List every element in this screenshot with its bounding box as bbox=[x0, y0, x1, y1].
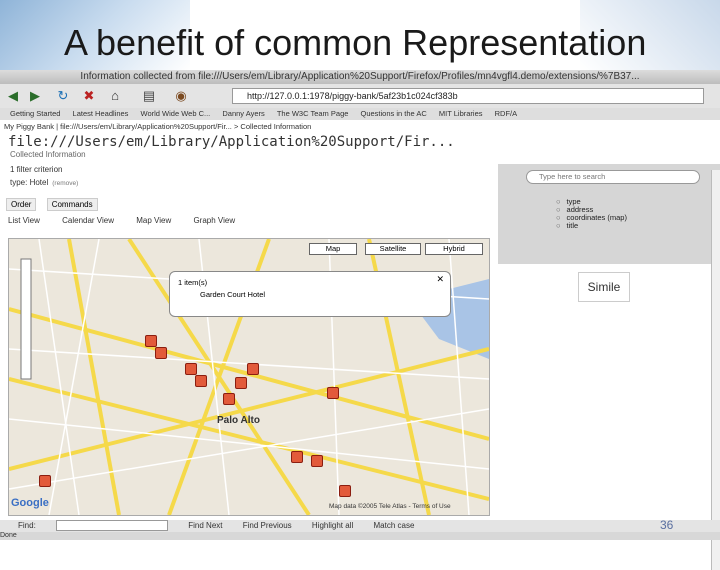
bookmark-item[interactable]: World Wide Web C... bbox=[141, 109, 211, 118]
back-icon[interactable]: ◀ bbox=[4, 87, 22, 105]
map-marker[interactable] bbox=[291, 451, 303, 463]
slide-title: A benefit of common Representation bbox=[64, 22, 647, 63]
popup-item[interactable]: Garden Court Hotel bbox=[200, 290, 265, 299]
map-type-hybrid-button[interactable]: Hybrid bbox=[425, 243, 483, 255]
map-marker[interactable] bbox=[39, 475, 51, 487]
navigation-toolbar: ◀ ▶ ↻ ✖ ⌂ ▤ ◉ http://127.0.0.1:1978/pigg… bbox=[0, 84, 720, 108]
filter-item: type: Hotel bbox=[10, 178, 49, 187]
browser-window: Information collected from file:///Users… bbox=[0, 70, 720, 570]
map-marker[interactable] bbox=[155, 347, 167, 359]
stop-icon[interactable]: ✖ bbox=[80, 87, 98, 105]
tab-order[interactable]: Order bbox=[6, 198, 37, 211]
home-icon[interactable]: ⌂ bbox=[106, 87, 124, 105]
map-marker[interactable] bbox=[145, 335, 157, 347]
page-content: My Piggy Bank | file:///Users/em/Library… bbox=[0, 120, 720, 570]
tab-graph-view[interactable]: Graph View bbox=[193, 216, 235, 225]
map-copyright: Map data ©2005 Tele Atlas - Terms of Use bbox=[329, 503, 451, 510]
reload-icon[interactable]: ↻ bbox=[54, 87, 72, 105]
window-title: Information collected from file:///Users… bbox=[0, 70, 720, 84]
find-bar: Find: Find Next Find Previous Highlight … bbox=[0, 520, 720, 532]
filter-count: 1 filter criterion bbox=[10, 165, 63, 174]
match-case-checkbox[interactable]: Match case bbox=[373, 521, 414, 530]
map-type-map-button[interactable]: Map bbox=[309, 243, 357, 255]
view-tabs: List View Calendar View Map View Graph V… bbox=[8, 216, 255, 225]
map-city-label: Palo Alto bbox=[217, 415, 260, 426]
map-view[interactable]: Map Satellite Hybrid 1 item(s) Garden Co… bbox=[8, 238, 490, 516]
bookmark-item[interactable]: MIT Libraries bbox=[439, 109, 483, 118]
bookmark-item[interactable]: Latest Headlines bbox=[73, 109, 129, 118]
find-label: Find: bbox=[18, 521, 36, 530]
filter-criterion: type: Hotel (remove) bbox=[10, 178, 78, 187]
map-marker[interactable] bbox=[311, 455, 323, 467]
facet-item[interactable]: title bbox=[556, 222, 627, 230]
bookmarks-toolbar: Getting Started Latest Headlines World W… bbox=[0, 108, 720, 120]
bookmark-item[interactable]: Danny Ayers bbox=[222, 109, 264, 118]
page-subtitle: Collected Information bbox=[10, 150, 86, 159]
map-marker[interactable] bbox=[185, 363, 197, 375]
find-input[interactable] bbox=[56, 520, 169, 532]
url-field[interactable]: http://127.0.0.1:1978/piggy-bank/5af23b1… bbox=[232, 88, 704, 104]
status-bar: Done bbox=[0, 532, 720, 540]
forward-icon[interactable]: ▶ bbox=[26, 87, 44, 105]
google-logo: Google bbox=[11, 497, 49, 509]
search-input[interactable]: Type here to search bbox=[526, 170, 700, 184]
page-title: file:///Users/em/Library/Application%20S… bbox=[8, 134, 455, 150]
tab-list-view[interactable]: List View bbox=[8, 216, 40, 225]
bookmarks-icon[interactable]: ▤ bbox=[140, 87, 158, 105]
map-marker[interactable] bbox=[339, 485, 351, 497]
piggy-bank-icon[interactable]: ◉ bbox=[172, 87, 190, 105]
bookmark-item[interactable]: Getting Started bbox=[10, 109, 60, 118]
close-icon[interactable]: ✕ bbox=[436, 274, 444, 285]
tab-map-view[interactable]: Map View bbox=[136, 216, 171, 225]
map-marker[interactable] bbox=[327, 387, 339, 399]
scrollbar[interactable] bbox=[711, 170, 720, 570]
bookmark-item[interactable]: Questions in the AC bbox=[361, 109, 427, 118]
tab-calendar-view[interactable]: Calendar View bbox=[62, 216, 114, 225]
popup-count: 1 item(s) bbox=[178, 278, 208, 287]
find-next-button[interactable]: Find Next bbox=[188, 521, 222, 530]
remove-filter-link[interactable]: (remove) bbox=[52, 180, 78, 187]
map-type-satellite-button[interactable]: Satellite bbox=[365, 243, 421, 255]
map-marker[interactable] bbox=[235, 377, 247, 389]
slide-number: 36 bbox=[660, 518, 674, 532]
facet-list: type address coordinates (map) title bbox=[556, 198, 627, 230]
action-tabs: Order Commands bbox=[6, 198, 106, 211]
map-marker[interactable] bbox=[195, 375, 207, 387]
tab-commands[interactable]: Commands bbox=[46, 198, 98, 211]
simile-logo: Simile bbox=[578, 272, 630, 302]
find-previous-button[interactable]: Find Previous bbox=[243, 521, 292, 530]
breadcrumb[interactable]: My Piggy Bank | file:///Users/em/Library… bbox=[4, 122, 311, 131]
map-info-popup: 1 item(s) Garden Court Hotel ✕ bbox=[169, 271, 451, 317]
bookmark-item[interactable]: RDF/A bbox=[495, 109, 518, 118]
map-marker[interactable] bbox=[223, 393, 235, 405]
bookmark-item[interactable]: The W3C Team Page bbox=[277, 109, 349, 118]
highlight-all-button[interactable]: Highlight all bbox=[312, 521, 353, 530]
map-marker[interactable] bbox=[247, 363, 259, 375]
